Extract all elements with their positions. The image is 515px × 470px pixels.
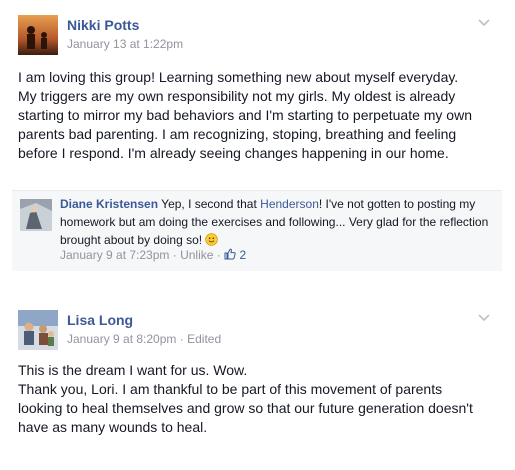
post-line: starting to mirror my bad behaviors and … <box>18 107 472 123</box>
post-line: have as many wounds to heal. <box>18 419 208 435</box>
post-line: This is the dream I want for us. Wow. <box>18 362 248 378</box>
comment-mention[interactable]: Henderson <box>260 197 319 211</box>
post-line: My triggers are my own responsibility no… <box>18 88 456 104</box>
comment-text-part: Yep, I second that <box>161 197 257 211</box>
post-timestamp[interactable]: January 9 at 8:20pm <box>67 332 176 346</box>
comment-text-part: ! I've not gotten to posting <box>318 197 456 211</box>
post-meta: January 9 at 8:20pm · Edited <box>67 332 221 346</box>
separator: · <box>172 248 177 262</box>
post-line: before I respond. I'm already seeing cha… <box>18 145 449 161</box>
unlike-button[interactable]: Unlike <box>180 248 213 262</box>
post-body: I am loving this group! Learning somethi… <box>18 68 508 163</box>
comment-timestamp[interactable]: January 9 at 7:23pm <box>60 248 169 262</box>
avatar[interactable] <box>18 15 58 55</box>
separator: · <box>216 248 221 262</box>
chevron-down-icon[interactable] <box>478 314 490 322</box>
smile-emoji-icon <box>205 233 219 246</box>
post-line: Thank you, Lori. I am thankful to be par… <box>18 381 443 397</box>
author-name[interactable]: Lisa Long <box>67 312 133 328</box>
thumbs-up-icon[interactable] <box>224 248 236 260</box>
post-line: I am loving this group! Learning somethi… <box>18 69 459 85</box>
comment-avatar[interactable] <box>20 199 52 231</box>
like-count[interactable]: 2 <box>239 248 246 262</box>
comment-text: Diane Kristensen Yep, I second that Hend… <box>60 195 492 249</box>
comment-author[interactable]: Diane Kristensen <box>60 197 158 211</box>
separator: · <box>179 332 184 346</box>
comment-meta: January 9 at 7:23pm · Unlike · 2 <box>60 248 246 262</box>
author-name[interactable]: Nikki Potts <box>67 17 139 33</box>
post-body: This is the dream I want for us. Wow. Th… <box>18 361 508 437</box>
avatar[interactable] <box>18 310 58 350</box>
edited-label[interactable]: Edited <box>187 332 221 346</box>
post-nikki-potts: Nikki Potts January 13 at 1:22pm I am lo… <box>0 0 515 180</box>
chevron-down-icon[interactable] <box>478 19 490 27</box>
post-timestamp[interactable]: January 13 at 1:22pm <box>67 37 183 51</box>
post-lisa-long: Lisa Long January 9 at 8:20pm · Edited T… <box>0 295 515 470</box>
comment-block: Diane Kristensen Yep, I second that Hend… <box>12 190 502 271</box>
post-line: parents bad parenting. I am recognizing,… <box>18 126 457 142</box>
post-line: looking to heal themselves and grow so t… <box>18 400 473 416</box>
